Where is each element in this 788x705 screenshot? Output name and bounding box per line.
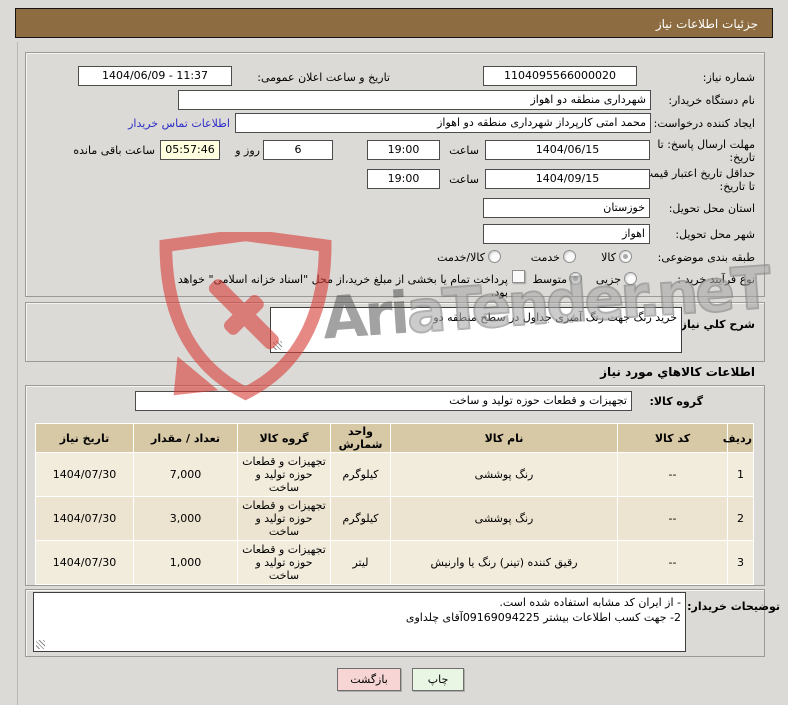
price-validity-date[interactable]: 1404/09/15	[485, 169, 650, 189]
cell-unit: کیلوگرم	[330, 452, 391, 497]
col-header-item-code[interactable]: کد کالا	[617, 423, 728, 453]
cell-item-code: --	[617, 452, 728, 497]
cell-group: تجهیزات و قطعات حوزه تولید و ساخت	[237, 496, 331, 541]
buyer-contact-link[interactable]: اطلاعات تماس خریدار	[100, 117, 230, 130]
countdown-timer: 05:57:46	[160, 140, 220, 160]
goods-group-value[interactable]: تجهیزات و قطعات حوزه تولید و ساخت	[135, 391, 632, 411]
radio-goods[interactable]	[619, 250, 632, 263]
days-suffix-label: روز و	[235, 144, 260, 157]
radio-medium-label: متوسط	[532, 273, 567, 286]
print-button[interactable]: چاپ	[412, 668, 464, 691]
col-header-unit[interactable]: واحد شمارش	[330, 423, 391, 453]
cell-item-name: رنگ پوششی	[390, 496, 618, 541]
col-header-item-name[interactable]: نام کالا	[390, 423, 618, 453]
back-button[interactable]: بازگشت	[337, 668, 401, 691]
col-header-need-date[interactable]: تاریخ نیاز	[35, 423, 134, 453]
cell-item-code: --	[617, 540, 728, 585]
remaining-days-value[interactable]: 6	[263, 140, 333, 160]
cell-unit: کیلوگرم	[330, 496, 391, 541]
cell-group: تجهیزات و قطعات حوزه تولید و ساخت	[237, 540, 331, 585]
cell-item-code: --	[617, 496, 728, 541]
cell-quantity: 1,000	[133, 540, 238, 585]
subject-class-label: طبقه بندی موضوعی:	[657, 251, 755, 264]
cell-unit: لیتر	[330, 540, 391, 585]
purchase-process-label: نوع فرآیند خرید :	[677, 273, 755, 286]
need-description-text: خرید رنگ جهت رنگ آمیزی جداول در سطح منطق…	[433, 311, 677, 324]
table-row: 2 -- رنگ پوششی کیلوگرم تجهیزات و قطعات ح…	[35, 496, 754, 541]
cell-group: تجهیزات و قطعات حوزه تولید و ساخت	[237, 452, 331, 497]
page-title: جزئیات اطلاعات نیاز	[15, 8, 773, 38]
price-validity-hour-label: ساعت	[449, 173, 479, 186]
buyer-comments-textarea[interactable]: - از ایران کد مشابه استفاده شده است. 2- …	[33, 592, 686, 652]
reply-deadline-label: مهلت ارسال پاسخ: تا تاریخ:	[657, 138, 755, 164]
cell-row-number: 3	[727, 540, 754, 585]
col-header-quantity[interactable]: تعداد / مقدار	[133, 423, 238, 453]
col-header-group[interactable]: گروه کالا	[237, 423, 331, 453]
countdown-suffix-label: ساعت باقی مانده	[73, 144, 155, 157]
table-header-row: ردیف کد کالا نام کالا واحد شمارش گروه کا…	[35, 423, 754, 453]
cell-need-date: 1404/07/30	[35, 496, 134, 541]
buyer-name-label: نام دستگاه خریدار:	[668, 94, 755, 107]
announce-datetime-label: تاریخ و ساعت اعلان عمومی:	[257, 71, 390, 84]
cell-need-date: 1404/07/30	[35, 540, 134, 585]
treasury-payment-checkbox[interactable]	[512, 270, 525, 283]
need-number-value[interactable]: 1104095566000020	[483, 66, 637, 86]
radio-goods-service[interactable]	[488, 250, 501, 263]
cell-quantity: 3,000	[133, 496, 238, 541]
province-value[interactable]: خوزستان	[483, 198, 650, 218]
table-row: 1 -- رنگ پوششی کیلوگرم تجهیزات و قطعات ح…	[35, 452, 754, 497]
radio-goods-service-label: کالا/خدمت	[437, 251, 485, 264]
treasury-payment-label: پرداخت تمام یا بخشی از مبلغ خرید،از محل …	[177, 273, 508, 299]
panel-edge-divider	[17, 42, 18, 705]
cell-item-name: رقیق کننده (تینر) رنگ یا وارنیش	[390, 540, 618, 585]
col-header-row-number[interactable]: ردیف	[723, 423, 754, 453]
city-value[interactable]: اهواز	[483, 224, 650, 244]
cell-row-number: 1	[727, 452, 754, 497]
resize-handle-icon[interactable]	[36, 640, 45, 649]
goods-group-label: گروه کالا:	[649, 395, 703, 408]
cell-item-name: رنگ پوششی	[390, 452, 618, 497]
province-label: استان محل تحویل:	[668, 202, 755, 215]
radio-goods-label: کالا	[601, 251, 616, 264]
resize-handle-icon[interactable]	[273, 341, 282, 350]
goods-table: ردیف کد کالا نام کالا واحد شمارش گروه کا…	[35, 423, 754, 585]
radio-minor-label: جزیی	[595, 273, 621, 286]
buyer-comments-label: توضیحات خریدار:	[687, 600, 780, 613]
need-details-page: جزئیات اطلاعات نیاز شماره نیاز: 11040955…	[0, 0, 788, 705]
reply-deadline-time[interactable]: 19:00	[367, 140, 440, 160]
price-validity-label: حداقل تاریخ اعتبار قیمت: تا تاریخ:	[639, 167, 755, 193]
buyer-comments-line2: 2- جهت کسب اطلاعات بیشتر 09169094225آقای…	[405, 611, 681, 624]
city-label: شهر محل تحویل:	[675, 228, 755, 241]
price-validity-time[interactable]: 19:00	[367, 169, 440, 189]
cell-row-number: 2	[727, 496, 754, 541]
table-row: 3 -- رقیق کننده (تینر) رنگ یا وارنیش لیت…	[35, 540, 754, 585]
cell-need-date: 1404/07/30	[35, 452, 134, 497]
buyer-comments-line1: - از ایران کد مشابه استفاده شده است.	[499, 596, 681, 609]
announce-datetime-value[interactable]: 1404/06/09 - 11:37	[78, 66, 232, 86]
cell-quantity: 7,000	[133, 452, 238, 497]
radio-service[interactable]	[563, 250, 576, 263]
request-creator-value[interactable]: محمد امتی کارپرداز شهرداری منطقه دو اهوا…	[235, 113, 651, 133]
goods-section-heading: اطلاعات کالاهاي مورد نیاز	[600, 365, 755, 379]
radio-minor[interactable]	[624, 272, 637, 285]
radio-service-label: خدمت	[530, 251, 560, 264]
need-description-textarea[interactable]: خرید رنگ جهت رنگ آمیزی جداول در سطح منطق…	[270, 307, 682, 353]
need-number-label: شماره نیاز:	[702, 71, 755, 84]
buyer-name-value[interactable]: شهرداری منطقه دو اهواز	[178, 90, 651, 110]
reply-deadline-date[interactable]: 1404/06/15	[485, 140, 650, 160]
reply-deadline-hour-label: ساعت	[449, 144, 479, 157]
radio-medium[interactable]	[569, 272, 582, 285]
